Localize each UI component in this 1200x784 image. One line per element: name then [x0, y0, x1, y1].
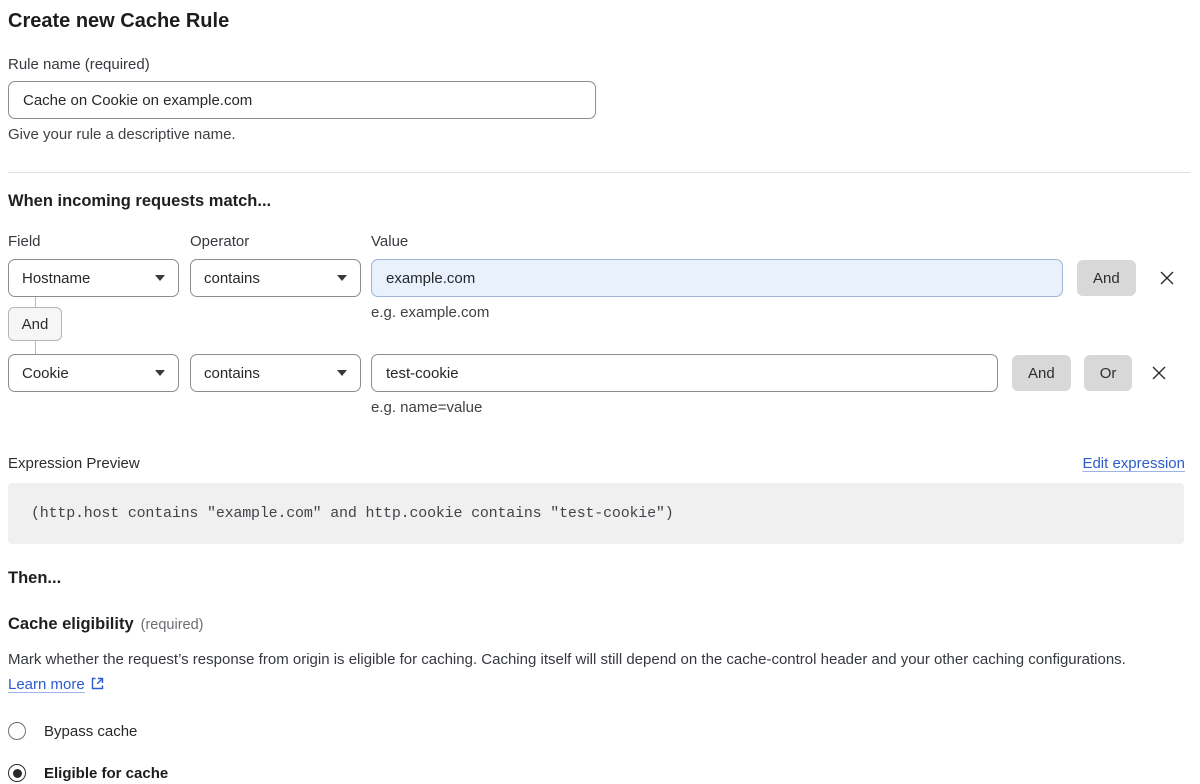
add-and-button[interactable]: And	[1012, 355, 1071, 391]
field-select[interactable]: Hostname	[8, 259, 179, 297]
radio-label: Bypass cache	[44, 723, 137, 740]
condition-connector: And	[8, 297, 179, 354]
radio-option-eligible-for-cache[interactable]: Eligible for cache	[8, 764, 168, 782]
condition-row: Cookie contains e.g. name=value And Or	[8, 354, 1192, 416]
field-select-value: Hostname	[22, 270, 90, 287]
description-text: Mark whether the request’s response from…	[8, 651, 1126, 668]
section-divider	[8, 172, 1190, 173]
condition-column-labels: Field Operator Value	[8, 233, 1192, 250]
expression-code: (http.host contains "example.com" and ht…	[31, 505, 674, 522]
radio-label: Eligible for cache	[44, 765, 168, 782]
condition-value-input[interactable]	[371, 259, 1063, 297]
expression-preview-header: Expression Preview Edit expression	[8, 455, 1185, 472]
radio-selected-icon[interactable]	[8, 764, 26, 782]
cache-eligibility-heading: Cache eligibility	[8, 615, 134, 634]
rule-name-label: Rule name (required)	[8, 56, 1192, 73]
value-column: e.g. example.com	[371, 259, 1063, 321]
match-heading: When incoming requests match...	[8, 192, 1192, 211]
operator-column-label: Operator	[190, 233, 371, 250]
chevron-down-icon	[337, 370, 347, 376]
chevron-down-icon	[337, 275, 347, 281]
field-column-label: Field	[8, 233, 190, 250]
chevron-down-icon	[155, 370, 165, 376]
page-title: Create new Cache Rule	[8, 10, 1192, 33]
radio-icon[interactable]	[8, 722, 26, 740]
value-hint: e.g. example.com	[371, 304, 1063, 321]
edit-expression-link[interactable]: Edit expression	[1082, 455, 1185, 472]
chevron-down-icon	[155, 275, 165, 281]
value-hint: e.g. name=value	[371, 399, 998, 416]
operator-select[interactable]: contains	[190, 354, 361, 392]
value-column: e.g. name=value	[371, 354, 998, 416]
radio-option-bypass-cache[interactable]: Bypass cache	[8, 722, 137, 740]
condition-row: Hostname And contains e.g. example.com A…	[8, 259, 1192, 354]
rule-name-helper: Give your rule a descriptive name.	[8, 126, 1192, 143]
condition-value-input[interactable]	[371, 354, 998, 392]
operator-select[interactable]: contains	[190, 259, 361, 297]
external-link-icon	[90, 678, 105, 695]
required-tag: (required)	[141, 617, 204, 633]
field-select-value: Cookie	[22, 365, 69, 382]
then-heading: Then...	[8, 569, 1192, 588]
learn-more-link[interactable]: Learn more	[8, 676, 85, 693]
field-select[interactable]: Cookie	[8, 354, 179, 392]
expression-code-block: (http.host contains "example.com" and ht…	[8, 483, 1184, 544]
operator-select-value: contains	[204, 365, 260, 382]
cache-eligibility-description: Mark whether the request’s response from…	[8, 648, 1166, 699]
add-and-button[interactable]: And	[1077, 260, 1136, 296]
rule-name-input[interactable]	[8, 81, 596, 119]
cache-eligibility-heading-row: Cache eligibility (required)	[8, 615, 1192, 634]
expression-preview-label: Expression Preview	[8, 455, 140, 472]
add-or-button[interactable]: Or	[1084, 355, 1133, 391]
field-column: Hostname And	[8, 259, 179, 354]
create-cache-rule-page: Create new Cache Rule Rule name (require…	[0, 0, 1200, 784]
close-icon[interactable]	[1157, 268, 1177, 288]
connector-and-button[interactable]: And	[8, 307, 62, 341]
value-column-label: Value	[371, 233, 408, 250]
operator-select-value: contains	[204, 270, 260, 287]
close-icon[interactable]	[1149, 363, 1169, 383]
